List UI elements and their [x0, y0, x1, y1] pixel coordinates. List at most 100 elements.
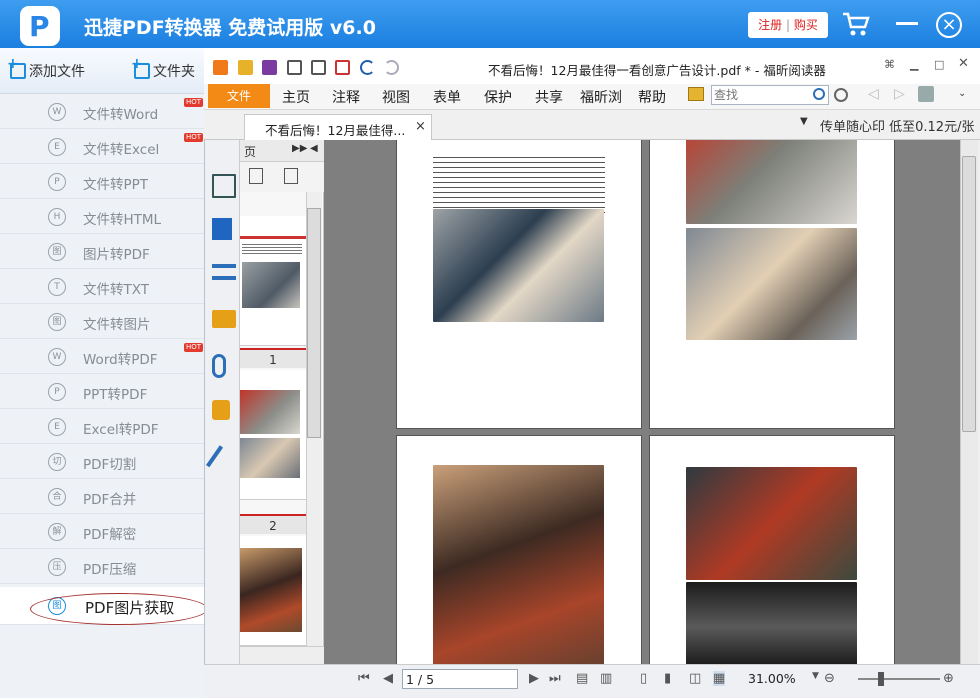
add-folder-button[interactable]: 文件夹: [131, 56, 195, 81]
sidebar-item[interactable]: E Excel转PDF: [0, 409, 204, 444]
first-page-icon[interactable]: ⏮: [358, 671, 370, 686]
zoom-level[interactable]: 31.00%: [748, 671, 796, 686]
sidebar-item[interactable]: 切 PDF切割: [0, 444, 204, 479]
nav-back-icon[interactable]: ◁: [868, 86, 879, 102]
print-icon[interactable]: [287, 60, 302, 75]
pdf-page: [396, 140, 642, 429]
reader-close-icon[interactable]: ✕: [958, 56, 969, 71]
zoom-out-icon[interactable]: ⊖: [824, 671, 835, 686]
scan-icon[interactable]: [311, 60, 326, 75]
page-thumbnail[interactable]: [240, 536, 306, 646]
page-number-field[interactable]: [402, 669, 518, 689]
ribbon-tab[interactable]: 注释: [332, 87, 360, 107]
foxit-logo-icon[interactable]: [213, 60, 228, 75]
last-page-icon[interactable]: ⏭: [549, 671, 561, 686]
continuous-view-icon[interactable]: ▮: [664, 671, 671, 686]
ribbon-tab[interactable]: 共享: [535, 87, 563, 107]
sidebar-item[interactable]: P 文件转PPT: [0, 164, 204, 199]
sidebar-item[interactable]: 合 PDF合并: [0, 479, 204, 514]
zoom-slider[interactable]: [858, 678, 940, 680]
single-page-view-icon[interactable]: ▯: [640, 671, 647, 686]
sidebar-item[interactable]: 解 PDF解密: [0, 514, 204, 549]
sidebar-item[interactable]: 压 PDF压缩: [0, 549, 204, 584]
ribbon-tab[interactable]: 福昕浏: [580, 87, 622, 107]
folder-search-icon[interactable]: [688, 87, 704, 101]
user-avatar-icon[interactable]: [918, 86, 934, 102]
attachment-icon[interactable]: [212, 354, 226, 378]
previous-page-icon[interactable]: ◀: [383, 671, 393, 686]
fit-width-icon[interactable]: ▥: [600, 671, 612, 686]
promo-banner[interactable]: 传单随心印 低至0.12元/张: [820, 116, 974, 135]
ribbon-tab[interactable]: 主页: [282, 87, 310, 107]
register-button[interactable]: 注册: [758, 18, 782, 32]
restore-layout-icon[interactable]: ⌘: [884, 58, 895, 71]
sidebar-item[interactable]: P PPT转PDF: [0, 374, 204, 409]
sidebar-item[interactable]: H 文件转HTML: [0, 199, 204, 234]
redo-icon[interactable]: [384, 60, 399, 75]
comments-icon[interactable]: [212, 310, 236, 328]
security-lock-icon[interactable]: [212, 400, 230, 420]
open-icon[interactable]: [238, 60, 253, 75]
fit-page-icon[interactable]: ▤: [576, 671, 588, 686]
reader-maximize-icon[interactable]: □: [934, 58, 944, 71]
thumbnail-scroll-thumb[interactable]: [307, 208, 321, 438]
format-icon: H: [48, 208, 66, 226]
buy-button[interactable]: 购买: [794, 18, 818, 32]
continuous-facing-view-icon[interactable]: ▦: [713, 671, 726, 686]
ribbon-tab[interactable]: 表单: [433, 87, 461, 107]
search-input[interactable]: [714, 87, 810, 103]
close-icon[interactable]: ×: [936, 12, 962, 38]
add-folder-label: 文件夹: [153, 64, 195, 80]
chevron-down-icon[interactable]: ⌄: [958, 88, 966, 99]
app-title: 迅捷PDF转换器 免费试用版 v6.0: [84, 17, 376, 39]
nav-forward-icon[interactable]: ▷: [894, 86, 905, 102]
new-icon[interactable]: [335, 60, 350, 75]
document-tab[interactable]: 不看后悔！12月最佳得... ×: [244, 114, 432, 140]
ad-photo: [686, 582, 857, 664]
facing-view-icon[interactable]: ◫: [689, 671, 701, 686]
next-page-icon[interactable]: ▶: [529, 671, 539, 686]
page-thumbnail[interactable]: [240, 216, 306, 346]
save-icon[interactable]: [262, 60, 277, 75]
layers-icon[interactable]: [212, 264, 236, 280]
document-scroll-thumb[interactable]: [962, 156, 976, 432]
cart-icon[interactable]: [842, 10, 870, 38]
zoom-in-thumb-icon[interactable]: [284, 168, 298, 184]
format-icon: P: [48, 383, 66, 401]
zoom-out-thumb-icon[interactable]: [249, 168, 263, 184]
tab-file[interactable]: 文件: [208, 84, 270, 108]
promo-dropdown-icon[interactable]: ▼: [800, 116, 808, 127]
ribbon-tab[interactable]: 视图: [382, 87, 410, 107]
settings-gear-icon[interactable]: [834, 88, 848, 102]
bookmark-icon[interactable]: [212, 174, 236, 198]
thumbnail-hscrollbar[interactable]: [240, 646, 324, 664]
sidebar-item[interactable]: W Word转PDF HOT: [0, 339, 204, 374]
ribbon-tab[interactable]: 帮助: [638, 87, 666, 107]
page-number-input[interactable]: [403, 670, 517, 688]
sidebar-item[interactable]: 图 文件转图片: [0, 304, 204, 339]
search-icon[interactable]: [813, 88, 825, 100]
minimize-icon[interactable]: [896, 22, 918, 25]
reader-minimize-icon[interactable]: ▁: [910, 58, 918, 71]
add-file-button[interactable]: 添加文件: [7, 56, 85, 81]
sidebar-item[interactable]: T 文件转TXT: [0, 269, 204, 304]
expand-panel-icon[interactable]: ▶▶: [292, 143, 307, 154]
pdf-page: [649, 140, 895, 429]
undo-icon[interactable]: [360, 60, 375, 75]
zoom-slider-handle[interactable]: [878, 672, 884, 686]
tab-close-icon[interactable]: ×: [415, 119, 426, 134]
pages-icon[interactable]: [212, 218, 232, 240]
sidebar-item-label: 文件转PPT: [83, 177, 149, 193]
document-tab-label: 不看后悔！12月最佳得...: [265, 123, 406, 138]
sidebar-item[interactable]: W 文件转Word HOT: [0, 94, 204, 129]
ad-illustration: [433, 465, 604, 664]
hot-badge: HOT: [184, 133, 204, 142]
ribbon-tab[interactable]: 保护: [484, 87, 512, 107]
zoom-in-icon[interactable]: ⊕: [943, 671, 954, 686]
page-thumbnail[interactable]: [240, 370, 306, 500]
collapse-panel-icon[interactable]: ◀: [310, 143, 318, 154]
sidebar-item[interactable]: E 文件转Excel HOT: [0, 129, 204, 164]
zoom-dropdown-icon[interactable]: ▼: [812, 671, 819, 681]
ad-photo: [686, 467, 857, 580]
sidebar-item[interactable]: 图 图片转PDF: [0, 234, 204, 269]
